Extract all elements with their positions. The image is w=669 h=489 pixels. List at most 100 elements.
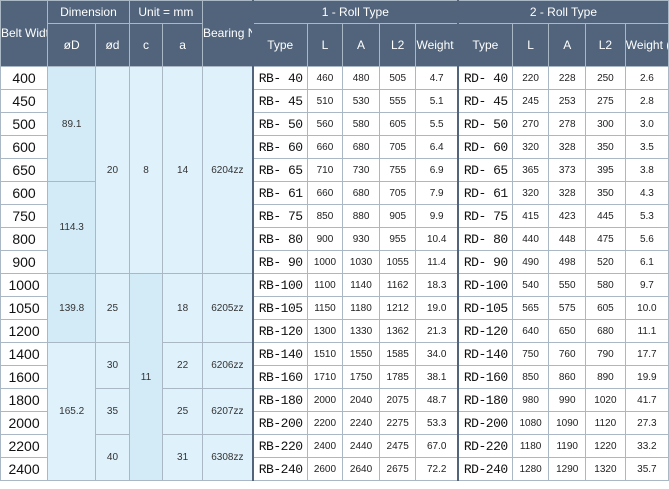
roll1-weight-cell: 38.1 [415,365,459,389]
roll2-weight-cell: 35.7 [624,457,669,481]
roll2-L2-cell: 395 [585,158,626,182]
roll1-L2-cell: 605 [378,112,417,136]
roll1-L2-cell: 705 [378,181,417,205]
roll2-L-cell: 540 [511,273,550,297]
bearing-cell: 6206zz [201,342,254,389]
roll1-L2-cell: 2475 [378,434,417,458]
roll1-L2-cell: 1162 [378,273,417,297]
roll1-A-cell: 680 [342,135,380,159]
header-a: a [162,23,203,67]
roll2-type-cell: RD- 61 [456,181,513,205]
header-L2-2: L2 [585,23,626,67]
roll2-weight-cell: 11.1 [624,319,669,343]
header-L-1: L [306,23,344,67]
roll1-L-cell: 1510 [306,342,344,366]
roll2-A-cell: 1090 [548,411,587,435]
roll2-L-cell: 220 [511,66,550,90]
roll2-L-cell: 750 [511,342,550,366]
roll2-type-cell: RD-105 [456,296,513,320]
roll1-type-cell: RB- 50 [251,112,308,136]
od-cell: 35 [95,388,130,435]
roll1-A-cell: 880 [342,204,380,228]
roll1-type-cell: RB-180 [251,388,308,412]
header-dimension: Dimension [47,0,130,24]
roll2-type-cell: RD- 90 [456,250,513,274]
header-roll2: 2 - Roll Type [456,0,669,24]
od-cell: 20 [95,66,130,274]
roll1-L-cell: 2400 [306,434,344,458]
belt-width-cell: 2200 [0,434,49,458]
roll1-A-cell: 2240 [342,411,380,435]
roll1-A-cell: 730 [342,158,380,182]
roll1-L-cell: 510 [306,89,344,113]
roll1-type-cell: RB-100 [251,273,308,297]
bearing-cell: 6205zz [201,273,254,343]
roll2-weight-cell: 41.7 [624,388,669,412]
roll1-type-cell: RB-220 [251,434,308,458]
roll1-type-cell: RB- 90 [251,250,308,274]
roll2-L2-cell: 275 [585,89,626,113]
roll1-L2-cell: 2275 [378,411,417,435]
roll1-weight-cell: 18.3 [415,273,459,297]
table-row: 1800 35 25 6207zz RB-180 2000 2040 2075 48.7 RD-1… [0,388,669,435]
roll1-type-cell: RB-105 [251,296,308,320]
roll1-L-cell: 2200 [306,411,344,435]
roll1-A-cell: 530 [342,89,380,113]
roll2-weight-cell: 17.7 [624,342,669,366]
roll1-A-cell: 680 [342,181,380,205]
roll1-L-cell: 660 [306,181,344,205]
roll2-A-cell: 575 [548,296,587,320]
roll2-type-cell: RD-180 [456,388,513,412]
roll2-L-cell: 640 [511,319,550,343]
roll1-A-cell: 1550 [342,342,380,366]
roll2-A-cell: 860 [548,365,587,389]
belt-width-cell: 1200 [0,319,49,343]
header-type-2: Type [456,23,513,67]
roll1-weight-cell: 9.9 [415,204,459,228]
roll1-type-cell: RB- 65 [251,158,308,182]
roll1-weight-cell: 4.7 [415,66,459,90]
roll1-A-cell: 930 [342,227,380,251]
roll2-L-cell: 440 [511,227,550,251]
belt-width-cell: 650 [0,158,49,182]
roll2-L-cell: 850 [511,365,550,389]
belt-width-cell: 600 [0,181,49,205]
roll1-A-cell: 1180 [342,296,380,320]
roll2-weight-cell: 2.6 [624,66,669,90]
roll2-type-cell: RD- 45 [456,89,513,113]
roll2-L2-cell: 350 [585,181,626,205]
roll1-A-cell: 580 [342,112,380,136]
oD-cell: 89.1 [47,66,97,182]
roll2-weight-cell: 5.3 [624,204,669,228]
oD-cell: 139.8 [47,273,97,343]
roll1-A-cell: 1140 [342,273,380,297]
roll1-L2-cell: 2075 [378,388,417,412]
oD-cell: 165.2 [47,342,97,481]
roll2-L2-cell: 680 [585,319,626,343]
belt-width-cell: 1800 [0,388,49,412]
belt-width-cell: 500 [0,112,49,136]
roll2-weight-cell: 27.3 [624,411,669,435]
header-L2-1: L2 [378,23,417,67]
roll2-type-cell: RD-160 [456,365,513,389]
roll2-L2-cell: 605 [585,296,626,320]
c-cell: 11 [128,273,164,481]
roll2-L2-cell: 1220 [585,434,626,458]
header-c: c [128,23,164,67]
roll2-L2-cell: 350 [585,135,626,159]
roll2-L2-cell: 890 [585,365,626,389]
roll1-weight-cell: 11.4 [415,250,459,274]
roll2-A-cell: 760 [548,342,587,366]
roll1-L-cell: 1000 [306,250,344,274]
roll1-type-cell: RB-240 [251,457,308,481]
roll2-L-cell: 1180 [511,434,550,458]
roll2-A-cell: 253 [548,89,587,113]
roll2-weight-cell: 3.0 [624,112,669,136]
roll1-L2-cell: 1785 [378,365,417,389]
od-cell: 30 [95,342,130,389]
roll1-weight-cell: 6.9 [415,158,459,182]
roll2-A-cell: 423 [548,204,587,228]
roll1-L-cell: 1100 [306,273,344,297]
roll2-L2-cell: 1320 [585,457,626,481]
roll2-A-cell: 650 [548,319,587,343]
